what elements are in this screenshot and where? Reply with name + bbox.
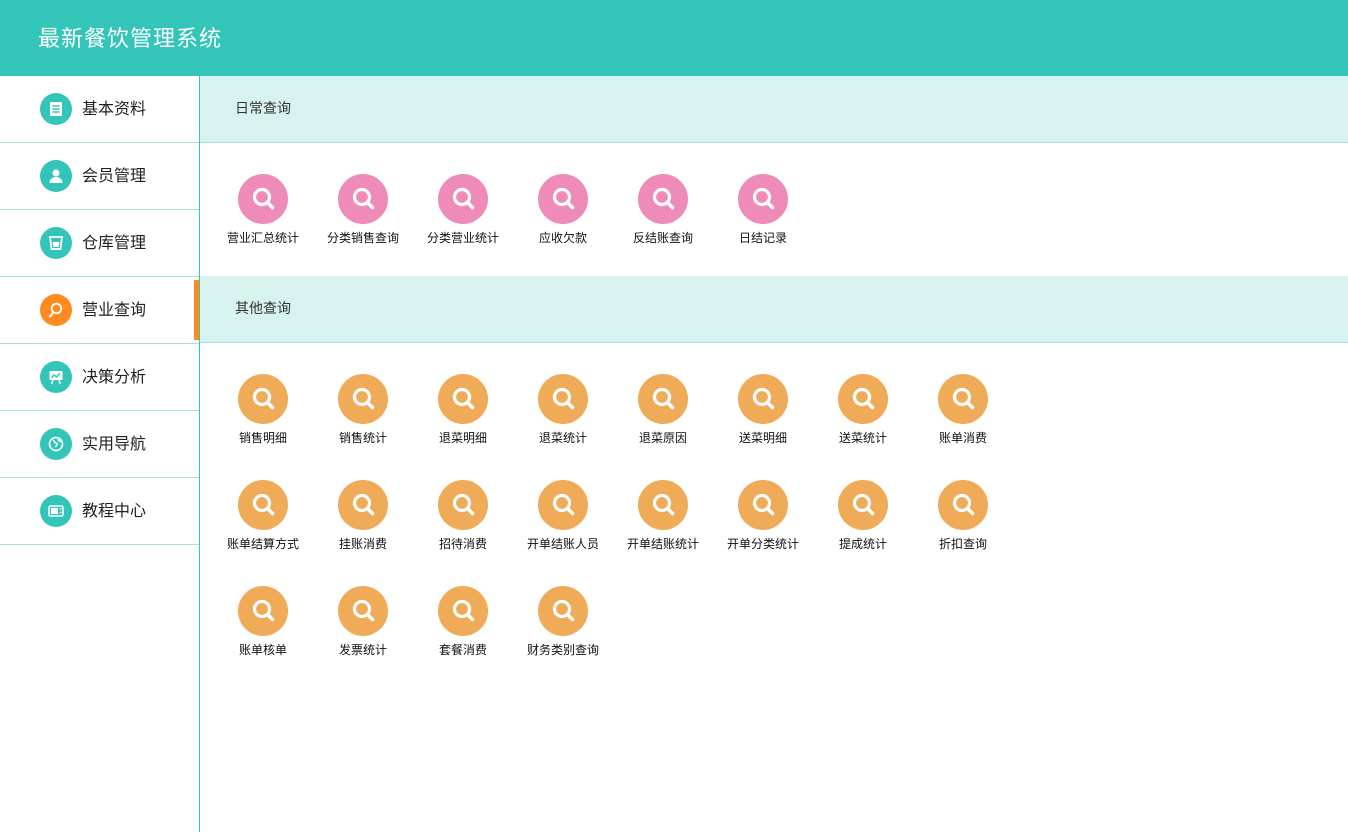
- query-tile[interactable]: 开单结账统计: [613, 480, 713, 560]
- sidebar-item-warehouse-management[interactable]: 仓库管理: [0, 210, 199, 277]
- search-icon: [438, 374, 488, 424]
- query-tile[interactable]: 营业汇总统计: [213, 174, 313, 254]
- app-title: 最新餐饮管理系统: [38, 27, 223, 52]
- query-tile[interactable]: 套餐消费: [413, 586, 513, 666]
- search-icon: [338, 374, 388, 424]
- active-indicator: [194, 280, 199, 340]
- search-icon: [338, 586, 388, 636]
- query-tile[interactable]: 招待消费: [413, 480, 513, 560]
- query-tile[interactable]: 提成统计: [813, 480, 913, 560]
- search-icon: [738, 480, 788, 530]
- query-tile[interactable]: 分类销售查询: [313, 174, 413, 254]
- sidebar-item-navigation[interactable]: 实用导航: [0, 411, 199, 478]
- sidebar-item-tutorial-center[interactable]: 教程中心: [0, 478, 199, 545]
- query-tile[interactable]: 账单核单: [213, 586, 313, 666]
- query-tile[interactable]: 退菜统计: [513, 374, 613, 454]
- search-icon: [238, 586, 288, 636]
- query-tile-label: 账单消费: [938, 431, 987, 445]
- query-tile[interactable]: 应收欠款: [513, 174, 613, 254]
- sidebar-item-label: 教程中心: [82, 501, 147, 520]
- query-tile[interactable]: 日结记录: [713, 174, 813, 254]
- search-icon: [438, 586, 488, 636]
- query-tile-label: 财务类别查询: [526, 643, 599, 657]
- query-tile[interactable]: 送菜统计: [813, 374, 913, 454]
- top-header: 最新餐饮管理系统: [0, 0, 1348, 76]
- search-icon: [538, 174, 588, 224]
- sidebar-item-label: 决策分析: [82, 367, 147, 386]
- search-icon: [238, 374, 288, 424]
- sidebar-item-business-query[interactable]: 营业查询: [0, 277, 199, 344]
- search-icon: [638, 174, 688, 224]
- query-tile-label: 日结记录: [738, 231, 787, 245]
- query-tile[interactable]: 发票统计: [313, 586, 413, 666]
- sidebar-item-label: 基本资料: [82, 99, 147, 118]
- sidebar-item-label: 实用导航: [82, 434, 147, 453]
- query-tile[interactable]: 分类营业统计: [413, 174, 513, 254]
- search-icon: [338, 174, 388, 224]
- search-icon: [238, 480, 288, 530]
- search-icon: [538, 480, 588, 530]
- query-tile[interactable]: 财务类别查询: [513, 586, 613, 666]
- search-icon: [738, 174, 788, 224]
- query-tile[interactable]: 送菜明细: [713, 374, 813, 454]
- section-title: 日常查询: [235, 101, 291, 117]
- query-tile[interactable]: 退菜原因: [613, 374, 713, 454]
- video-icon: [40, 495, 72, 527]
- query-tile[interactable]: 开单分类统计: [713, 480, 813, 560]
- search-icon: [838, 374, 888, 424]
- section-header-daily: 日常查询: [200, 76, 1348, 143]
- sidebar-item-basic-info[interactable]: 基本资料: [0, 76, 199, 143]
- sidebar: 基本资料 会员管理 仓库管理 营业查询 决策分析 实用导航 教程中心: [0, 76, 200, 832]
- query-tile-label: 折扣查询: [938, 537, 987, 551]
- search-icon: [338, 480, 388, 530]
- cup-icon: [40, 227, 72, 259]
- search-icon: [538, 374, 588, 424]
- query-tile[interactable]: 折扣查询: [913, 480, 1013, 560]
- presentation-icon: [40, 361, 72, 393]
- section-header-other: 其他查询: [200, 276, 1348, 343]
- query-tile[interactable]: 退菜明细: [413, 374, 513, 454]
- search-icon: [40, 294, 72, 326]
- sidebar-item-label: 仓库管理: [82, 233, 147, 252]
- query-tile[interactable]: 账单消费: [913, 374, 1013, 454]
- search-icon: [638, 480, 688, 530]
- query-tile[interactable]: 账单结算方式: [213, 480, 313, 560]
- sidebar-item-member-management[interactable]: 会员管理: [0, 143, 199, 210]
- query-tile[interactable]: 销售明细: [213, 374, 313, 454]
- sidebar-item-label: 营业查询: [82, 300, 147, 319]
- search-icon: [838, 480, 888, 530]
- search-icon: [438, 480, 488, 530]
- query-tile[interactable]: 开单结账人员: [513, 480, 613, 560]
- search-icon: [938, 480, 988, 530]
- search-icon: [538, 586, 588, 636]
- search-icon: [638, 374, 688, 424]
- sidebar-item-decision-analysis[interactable]: 决策分析: [0, 344, 199, 411]
- search-icon: [438, 174, 488, 224]
- query-tile[interactable]: 销售统计: [313, 374, 413, 454]
- main-content: 日常查询 营业汇总统计 分类销售查询 分类营业统计 应收欠款 反结账查询日结记录 其他查…: [200, 76, 1348, 832]
- document-icon: [40, 93, 72, 125]
- search-icon: [738, 374, 788, 424]
- globe-icon: [40, 428, 72, 460]
- section-title: 其他查询: [235, 301, 291, 317]
- sidebar-item-label: 会员管理: [82, 166, 147, 185]
- user-icon: [40, 160, 72, 192]
- query-tile[interactable]: 挂账消费: [313, 480, 413, 560]
- search-icon: [238, 174, 288, 224]
- search-icon: [938, 374, 988, 424]
- query-tile[interactable]: 反结账查询: [613, 174, 713, 254]
